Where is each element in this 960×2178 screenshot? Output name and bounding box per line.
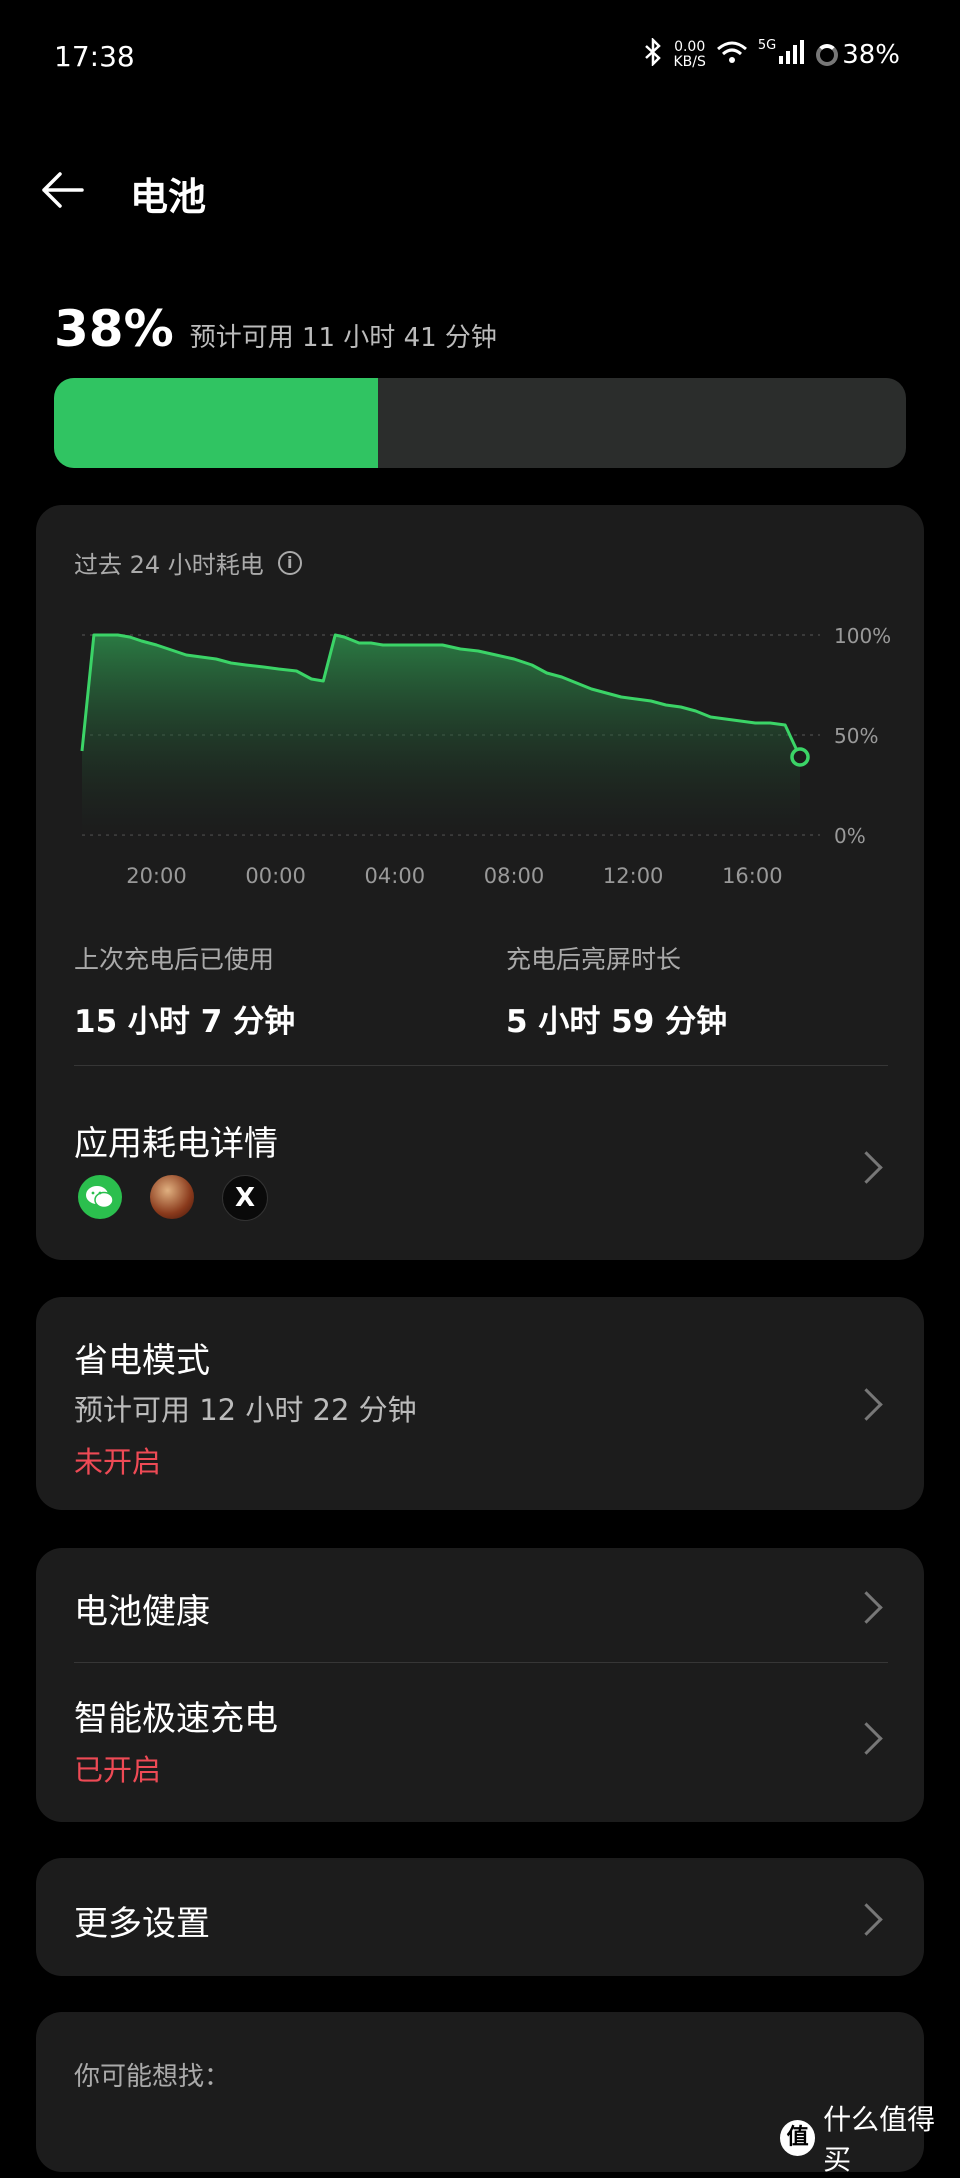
battery-health-title: 电池健康 <box>74 1592 210 1632</box>
back-arrow-icon <box>42 172 84 208</box>
wifi-icon <box>716 39 748 72</box>
back-button[interactable] <box>40 168 88 212</box>
battery-percent: 38% <box>54 300 174 358</box>
usage-card: 过去 24 小时耗电 i 100% 50% 0% 20:00 00:00 04:00 08:… <box>36 505 924 1260</box>
chart-title: 过去 24 小时耗电 i <box>74 545 302 580</box>
network-type: 5G <box>757 38 777 53</box>
battery-level-fill <box>54 378 378 468</box>
x-tick-label: 04:00 <box>365 864 426 885</box>
x-icon: X <box>222 1175 268 1221</box>
app-usage-row[interactable]: 应用耗电详情 <box>36 1066 924 1260</box>
net-speed: 0.00 KB/S <box>673 39 706 70</box>
battery-health-row[interactable]: 电池健康 <box>36 1548 924 1662</box>
status-battery: 38% <box>842 40 900 70</box>
used-since-charge: 上次充电后已使用 15 小时 7 分钟 <box>74 945 296 1040</box>
power-saver-estimate: 预计可用 12 小时 22 分钟 <box>74 1393 417 1427</box>
chevron-right-icon <box>850 1591 883 1624</box>
battery-ring-icon <box>816 44 839 66</box>
battery-level-bar <box>54 378 906 468</box>
usage-area <box>82 635 800 835</box>
x-tick-label: 00:00 <box>245 864 306 885</box>
chevron-right-icon <box>850 1151 883 1184</box>
status-time: 17:38 <box>54 40 135 73</box>
app-usage-title: 应用耗电详情 <box>74 1124 278 1164</box>
chevron-right-icon <box>850 1722 883 1755</box>
more-settings-row[interactable]: 更多设置 <box>36 1858 924 1976</box>
page-title: 电池 <box>130 175 207 219</box>
watermark-logo: 值 <box>780 2120 816 2156</box>
header: 电池 <box>0 150 960 230</box>
battery-settings-card: 电池健康 智能极速充电 已开启 <box>36 1548 924 1822</box>
battery-estimate: 预计可用 11 小时 41 分钟 <box>189 323 497 353</box>
x-tick-label: 20:00 <box>126 864 187 885</box>
watermark: 值 什么值得买 <box>780 2098 960 2178</box>
bluetooth-icon <box>643 36 663 73</box>
x-tick-label: 16:00 <box>722 864 783 885</box>
more-settings-title: 更多设置 <box>74 1904 210 1944</box>
info-icon[interactable]: i <box>277 550 302 575</box>
battery-summary: 38% 预计可用 11 小时 41 分钟 <box>54 300 914 360</box>
fast-charge-title: 智能极速充电 <box>74 1699 278 1739</box>
screen-on-time: 充电后亮屏时长 5 小时 59 分钟 <box>506 945 728 1040</box>
power-saver-status: 未开启 <box>74 1445 162 1479</box>
fast-charge-status: 已开启 <box>74 1753 162 1787</box>
y-tick-label: 50% <box>834 724 878 748</box>
power-saver-row[interactable]: 省电模式 预计可用 12 小时 22 分钟 未开启 <box>36 1297 924 1510</box>
current-level-point <box>790 747 810 767</box>
y-tick-label: 100% <box>834 624 891 648</box>
x-tick-label: 08:00 <box>484 864 545 885</box>
suggestions-label: 你可能想找： <box>74 2062 231 2092</box>
watermark-text: 什么值得买 <box>823 2103 936 2176</box>
fast-charge-row[interactable]: 智能极速充电 已开启 <box>36 1663 924 1822</box>
y-tick-label: 0% <box>834 824 866 848</box>
wechat-icon <box>78 1175 122 1219</box>
battery-usage-chart: 100% 50% 0% 20:00 00:00 04:00 08:00 12:00 16:00 <box>80 624 891 885</box>
status-bar: 17:38 0.00 KB/S 5G 38% <box>0 0 960 110</box>
app-icons: X <box>78 1175 268 1221</box>
signal-icon <box>778 39 806 72</box>
chevron-right-icon <box>850 1388 883 1421</box>
x-tick-label: 12:00 <box>603 864 664 885</box>
power-saver-title: 省电模式 <box>74 1341 210 1381</box>
game-avatar-icon <box>150 1175 194 1219</box>
status-icons: 0.00 KB/S 5G 38% <box>643 36 900 73</box>
chevron-right-icon <box>850 1903 883 1936</box>
